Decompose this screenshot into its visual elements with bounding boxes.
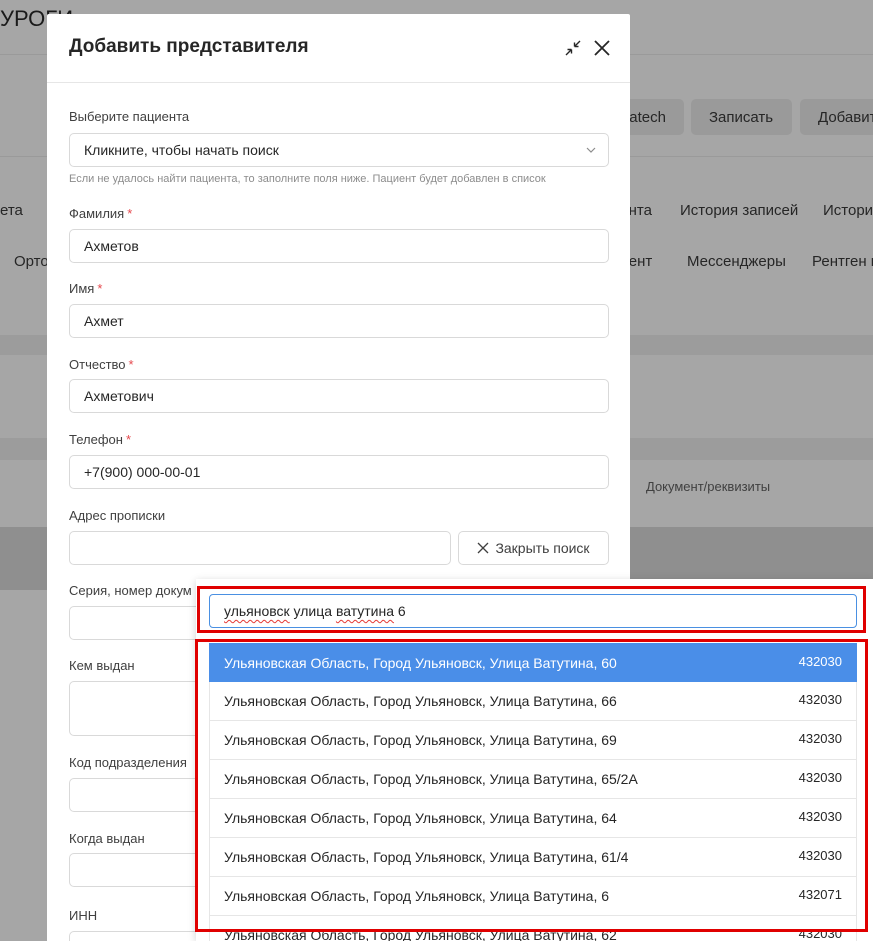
- bg-tab: Истори: [823, 202, 873, 219]
- address-result-text: Ульяновская Область, Город Ульяновск, Ул…: [224, 654, 617, 671]
- address-result-text: Ульяновская Область, Город Ульяновск, Ул…: [224, 693, 617, 709]
- address-search-input[interactable]: ульяновск улица ватутина 6: [209, 594, 857, 628]
- query-word: 6: [394, 603, 406, 619]
- address-result-item[interactable]: Ульяновская Область, Город Ульяновск, Ул…: [209, 682, 857, 721]
- query-word: улица: [289, 603, 336, 619]
- query-word: ватутина: [335, 603, 395, 619]
- last-name-label: Фамилия *: [69, 206, 132, 221]
- required-mark: *: [97, 281, 103, 296]
- first-name-label: Имя *: [69, 281, 102, 296]
- address-input[interactable]: [69, 531, 451, 565]
- bg-column-header: Документ/реквизиты: [646, 479, 771, 494]
- address-search-dropdown: ульяновск улица ватутина 6 Ульяновская О…: [196, 579, 873, 941]
- address-result-item[interactable]: Ульяновская Область, Город Ульяновск, Ул…: [209, 721, 857, 760]
- modal-title: Добавить представителя: [69, 36, 309, 57]
- address-results-list: Ульяновская Область, Город Ульяновск, Ул…: [209, 643, 857, 941]
- first-name-input[interactable]: Ахмет: [69, 304, 609, 338]
- address-result-item[interactable]: Ульяновская Область, Город Ульяновск, Ул…: [209, 799, 857, 838]
- address-result-item[interactable]: Ульяновская Область, Город Ульяновск, Ул…: [209, 916, 857, 941]
- first-name-label-text: Имя: [69, 281, 95, 296]
- address-result-text: Ульяновская Область, Город Ульяновск, Ул…: [224, 771, 638, 787]
- postal-code: 432030: [798, 848, 842, 863]
- close-icon[interactable]: [592, 38, 612, 58]
- close-search-button[interactable]: Закрыть поиск: [458, 531, 609, 565]
- required-mark: *: [127, 206, 133, 221]
- address-result-text: Ульяновская Область, Город Ульяновск, Ул…: [224, 810, 617, 826]
- phone-label: Телефон *: [69, 432, 131, 447]
- division-code-label: Код подразделения: [69, 755, 187, 770]
- bg-button: Записать: [691, 99, 792, 135]
- patient-hint: Если не удалось найти пациента, то запол…: [69, 173, 546, 185]
- modal-header: Добавить представителя: [47, 14, 630, 83]
- collapse-icon[interactable]: [563, 38, 583, 58]
- issued-by-label: Кем выдан: [69, 658, 135, 673]
- phone-input[interactable]: +7(900) 000-00-01: [69, 455, 609, 489]
- address-label: Адрес прописки: [69, 508, 166, 523]
- postal-code: 432030: [798, 692, 842, 707]
- required-mark: *: [125, 432, 131, 447]
- address-result-text: Ульяновская Область, Город Ульяновск, Ул…: [224, 927, 617, 941]
- address-result-item[interactable]: Ульяновская Область, Город Ульяновск, Ул…: [209, 760, 857, 799]
- close-icon: [477, 542, 489, 554]
- last-name-label-text: Фамилия: [69, 206, 125, 221]
- chevron-down-icon: [586, 147, 596, 153]
- postal-code: 432030: [798, 654, 842, 669]
- patient-select-placeholder: Кликните, чтобы начать поиск: [84, 142, 279, 158]
- patient-label: Выберите пациента: [69, 109, 190, 124]
- postal-code: 432030: [798, 809, 842, 824]
- postal-code: 432030: [798, 770, 842, 785]
- address-result-text: Ульяновская Область, Город Ульяновск, Ул…: [224, 732, 617, 748]
- bg-tab: Мессенджеры: [687, 253, 786, 270]
- address-result-item[interactable]: Ульяновская Область, Город Ульяновск, Ул…: [209, 877, 857, 916]
- inn-label: ИНН: [69, 908, 98, 923]
- middle-name-label-text: Отчество: [69, 357, 126, 372]
- required-mark: *: [128, 357, 134, 372]
- phone-label-text: Телефон: [69, 432, 123, 447]
- last-name-input[interactable]: Ахметов: [69, 229, 609, 263]
- doc-number-label: Серия, номер докум: [69, 583, 192, 598]
- postal-code: 432030: [798, 926, 842, 941]
- close-search-label: Закрыть поиск: [495, 540, 590, 556]
- bg-button: Добавит: [800, 99, 873, 135]
- postal-code: 432030: [798, 731, 842, 746]
- patient-select[interactable]: Кликните, чтобы начать поиск: [69, 133, 609, 167]
- address-result-item[interactable]: Ульяновская Область, Город Ульяновск, Ул…: [209, 838, 857, 877]
- address-result-text: Ульяновская Область, Город Ульяновск, Ул…: [224, 849, 629, 865]
- bg-tab: Орто: [14, 253, 49, 270]
- address-result-text: Ульяновская Область, Город Ульяновск, Ул…: [224, 888, 610, 904]
- bg-tab: ета: [0, 202, 23, 219]
- issued-date-label: Когда выдан: [69, 831, 145, 846]
- bg-tab: Рентген н: [812, 253, 873, 270]
- middle-name-input[interactable]: Ахметович: [69, 379, 609, 413]
- bg-tab: История записей: [680, 202, 799, 219]
- postal-code: 432071: [798, 887, 842, 902]
- address-result-item[interactable]: Ульяновская Область, Город Ульяновск, Ул…: [209, 643, 857, 682]
- middle-name-label: Отчество *: [69, 357, 134, 372]
- query-word: ульяновск: [224, 603, 290, 619]
